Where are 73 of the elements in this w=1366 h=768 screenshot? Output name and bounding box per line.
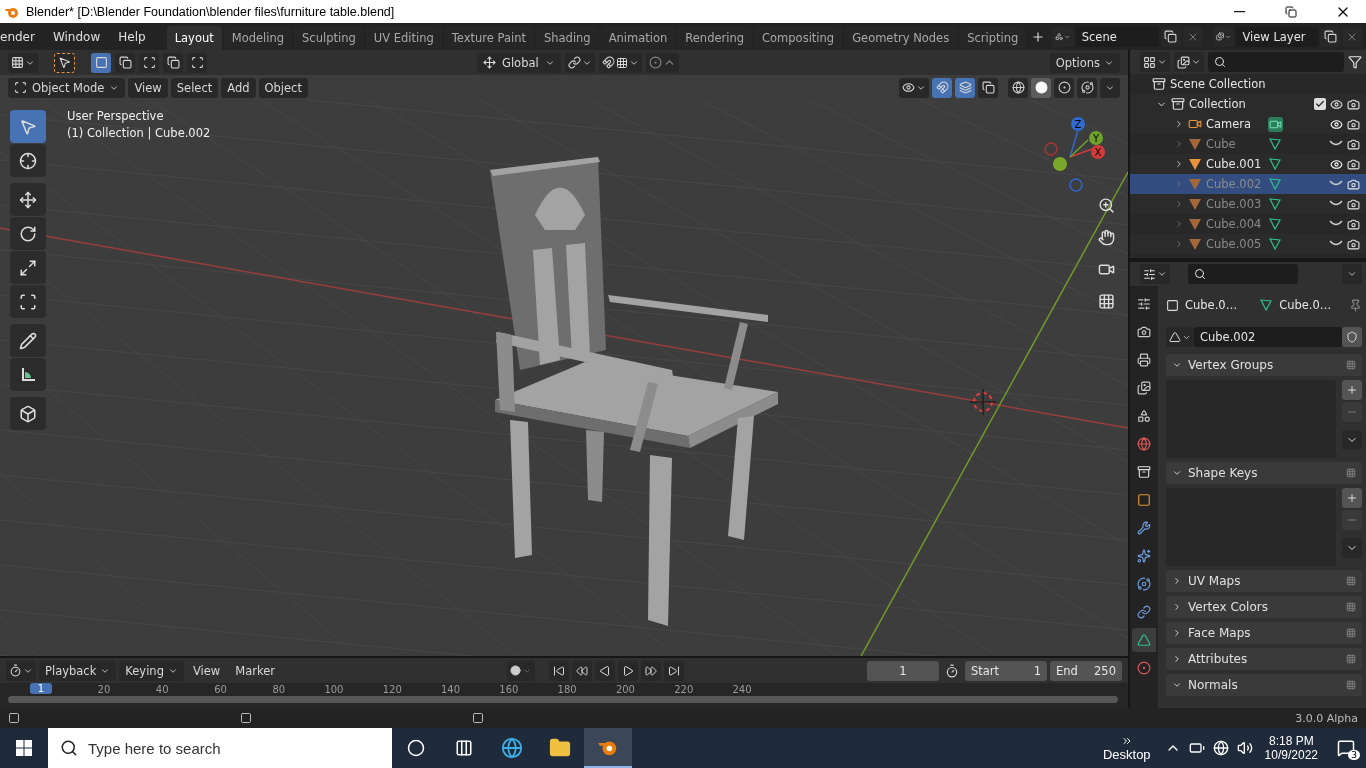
viewport-menu[interactable]: Add (221, 77, 256, 98)
panel-title: Face Maps (1188, 626, 1252, 640)
viewport-menu[interactable]: Object (258, 77, 308, 98)
panel-title: Vertex Colors (1188, 600, 1269, 614)
frame-number: 140 (440, 683, 461, 697)
panel-header[interactable]: Shape Keys (1166, 462, 1362, 484)
view-perspective-label: User Perspective (67, 109, 165, 123)
end-frame-field[interactable]: End 250 (1050, 660, 1122, 681)
timeline-menu[interactable]: Keying (119, 660, 184, 681)
version-label: 3.0.0 Alpha (1295, 711, 1358, 725)
frame-number: 160 (498, 683, 519, 697)
search-field[interactable]: Type here to search (48, 728, 392, 768)
end-value: 250 (1094, 663, 1116, 678)
breadcrumb-mesh: Cube.0… (1279, 298, 1332, 312)
mode-dropdown[interactable]: Object Mode (8, 77, 126, 98)
panel-header[interactable]: Normals (1166, 674, 1362, 696)
outliner-item[interactable]: Cube.003 (1206, 197, 1264, 211)
timeline-menu[interactable]: View (186, 660, 227, 681)
panel-title: Vertex Groups (1188, 358, 1275, 372)
frame-number: 100 (323, 683, 344, 697)
panel-header[interactable]: Face Maps (1166, 622, 1362, 644)
frame-number: 120 (381, 683, 402, 697)
frame-number: 240 (731, 683, 752, 697)
viewport-menu[interactable]: View (128, 77, 168, 98)
menu-item[interactable]: ender (0, 25, 43, 48)
outliner-item[interactable]: Cube (1206, 137, 1264, 151)
orientation-dropdown[interactable]: Global (477, 52, 561, 73)
navigation-gizmo-drawing[interactable]: Z Y X (1030, 112, 1110, 192)
panel-header[interactable]: Attributes (1166, 648, 1362, 670)
context-label: (1) Collection | Cube.002 (67, 126, 211, 140)
breadcrumb-object: Cube.0… (1185, 298, 1238, 312)
menu-item[interactable]: Window (44, 25, 109, 48)
outliner-item[interactable]: Cube.001 (1206, 157, 1264, 171)
start-label: Start (971, 663, 1000, 678)
panel-header[interactable]: Vertex Colors (1166, 596, 1362, 618)
start-frame-field[interactable]: Start 1 (965, 660, 1047, 681)
outliner-item[interactable]: Cube.004 (1206, 217, 1264, 231)
panel-title: Attributes (1188, 652, 1249, 666)
frame-number: 20 (96, 683, 111, 697)
outliner-item[interactable]: Collection (1189, 97, 1246, 111)
frame-number: 220 (673, 683, 694, 697)
notifications-button[interactable]: 3 (1326, 728, 1366, 768)
panel-title: UV Maps (1188, 574, 1242, 588)
frame-number: 80 (271, 683, 286, 697)
frame-number: 60 (213, 683, 227, 697)
timeline-menu[interactable]: Playback (39, 660, 117, 681)
desktop-toolbar[interactable]: Desktop (1102, 746, 1151, 762)
panel-title: Shape Keys (1188, 466, 1259, 480)
outliner-item[interactable]: Cube.005 (1206, 237, 1264, 251)
panel-header[interactable]: UV Maps (1166, 570, 1362, 592)
frame-number: 180 (556, 683, 577, 697)
options-dropdown[interactable]: Options (1049, 52, 1120, 73)
start-value: 1 (1033, 663, 1041, 678)
mesh-name-field[interactable]: Cube.002 (1194, 327, 1342, 347)
frame-number: 40 (154, 683, 169, 697)
menu-item[interactable]: Help (110, 25, 154, 48)
viewport-menu[interactable]: Select (170, 77, 219, 98)
current-frame-field[interactable]: 1 (867, 660, 939, 681)
clock-date[interactable]: 10/9/2022 (1264, 748, 1318, 762)
outliner-item[interactable]: Scene Collection (1170, 77, 1266, 91)
end-label: End (1056, 663, 1078, 678)
workspace-tab[interactable]: Layout (166, 26, 222, 50)
outliner-item[interactable]: Camera (1206, 117, 1264, 131)
panel-header[interactable]: Vertex Groups (1166, 354, 1362, 376)
view-layer-field[interactable]: View Layer (1236, 26, 1318, 47)
current-frame-marker[interactable]: 1 (30, 683, 52, 694)
panel-title: Normals (1188, 678, 1239, 692)
frame-number: 200 (614, 683, 635, 697)
clock-time[interactable]: 8:18 PM (1268, 734, 1314, 748)
scene-field[interactable]: Scene (1075, 26, 1159, 47)
notification-count: 3 (1348, 750, 1360, 760)
timeline-menu[interactable]: Marker (229, 660, 281, 681)
window-title: Blender* [D:\Blender Foundation\blender files\furniture table.blend] (26, 4, 396, 19)
